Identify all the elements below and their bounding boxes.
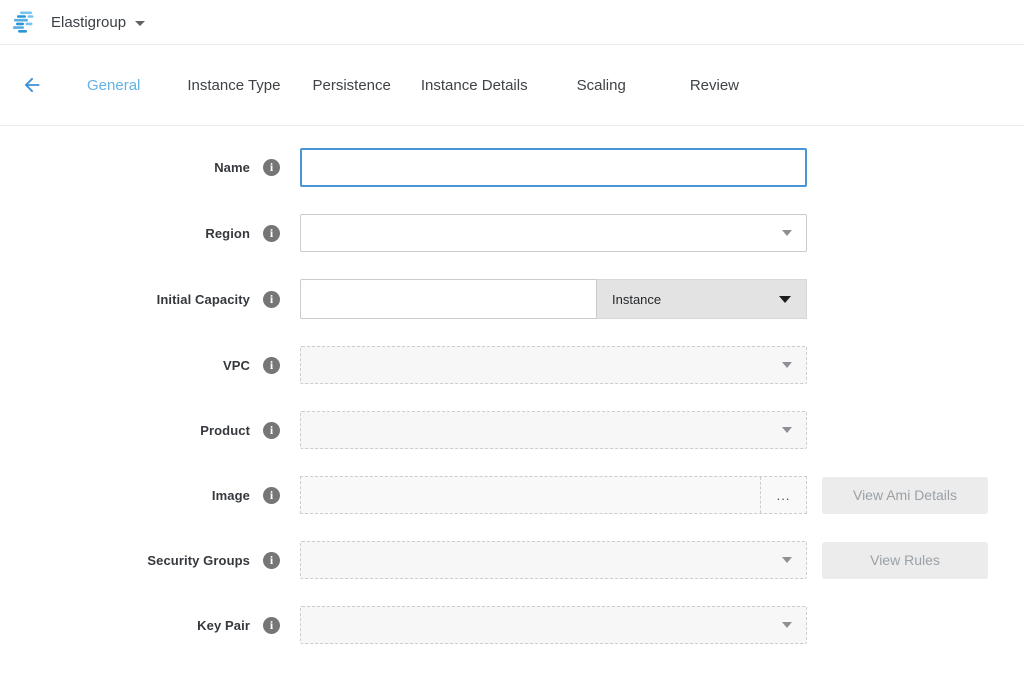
view-ami-details-button[interactable]: View Ami Details bbox=[822, 477, 988, 514]
vpc-label: VPC bbox=[223, 358, 250, 373]
arrow-left-icon bbox=[21, 74, 43, 96]
image-label: Image bbox=[212, 488, 250, 503]
info-icon[interactable]: i bbox=[263, 552, 280, 569]
info-icon[interactable]: i bbox=[263, 422, 280, 439]
form-row-vpc: VPC i bbox=[0, 346, 1024, 384]
info-icon[interactable]: i bbox=[263, 487, 280, 504]
view-rules-button[interactable]: View Rules bbox=[822, 542, 988, 579]
initial-capacity-input[interactable] bbox=[300, 279, 597, 319]
key-pair-select bbox=[300, 606, 807, 644]
image-field: ... bbox=[300, 476, 807, 514]
vpc-select bbox=[300, 346, 807, 384]
back-button[interactable] bbox=[19, 72, 45, 98]
chevron-down-icon bbox=[782, 230, 792, 236]
chevron-down-icon bbox=[779, 296, 791, 303]
tab-instance-type[interactable]: Instance Type bbox=[187, 77, 280, 94]
tab-scaling[interactable]: Scaling bbox=[577, 77, 626, 94]
image-field-value bbox=[301, 477, 760, 513]
name-label: Name bbox=[214, 160, 250, 175]
wizard-tabs: General Instance Type Persistence Instan… bbox=[87, 77, 739, 94]
info-icon[interactable]: i bbox=[263, 159, 280, 176]
general-settings-form: Name i Region i Initial Capacity i Inst bbox=[0, 126, 1024, 644]
tab-instance-details[interactable]: Instance Details bbox=[421, 77, 528, 94]
form-row-security-groups: Security Groups i View Rules bbox=[0, 541, 1024, 579]
product-label: Product bbox=[200, 423, 250, 438]
tab-persistence[interactable]: Persistence bbox=[313, 77, 391, 94]
info-icon[interactable]: i bbox=[263, 225, 280, 242]
form-row-key-pair: Key Pair i bbox=[0, 606, 1024, 644]
info-icon[interactable]: i bbox=[263, 291, 280, 308]
chevron-down-icon bbox=[782, 427, 792, 433]
form-row-initial-capacity: Initial Capacity i Instance bbox=[0, 279, 1024, 319]
topbar: Elastigroup bbox=[0, 0, 1024, 45]
form-row-region: Region i bbox=[0, 214, 1024, 252]
chevron-down-icon bbox=[135, 21, 145, 26]
elastigroup-logo-icon bbox=[13, 11, 40, 33]
name-input[interactable] bbox=[300, 148, 807, 187]
capacity-unit-value: Instance bbox=[612, 292, 661, 307]
initial-capacity-label: Initial Capacity bbox=[157, 292, 250, 307]
info-icon[interactable]: i bbox=[263, 357, 280, 374]
tab-general[interactable]: General bbox=[87, 77, 140, 94]
image-browse-button[interactable]: ... bbox=[760, 477, 806, 513]
region-label: Region bbox=[205, 226, 250, 241]
security-groups-select bbox=[300, 541, 807, 579]
tab-review[interactable]: Review bbox=[690, 77, 739, 94]
chevron-down-icon bbox=[782, 557, 792, 563]
region-select[interactable] bbox=[300, 214, 807, 252]
product-select bbox=[300, 411, 807, 449]
form-row-name: Name i bbox=[0, 148, 1024, 187]
wizard-tabbar: General Instance Type Persistence Instan… bbox=[0, 45, 1024, 126]
key-pair-label: Key Pair bbox=[197, 618, 250, 633]
app-title: Elastigroup bbox=[51, 14, 126, 31]
capacity-unit-select[interactable]: Instance bbox=[597, 279, 807, 319]
chevron-down-icon bbox=[782, 622, 792, 628]
app-switcher[interactable]: Elastigroup bbox=[13, 11, 145, 33]
form-row-image: Image i ... View Ami Details bbox=[0, 476, 1024, 514]
form-row-product: Product i bbox=[0, 411, 1024, 449]
security-groups-label: Security Groups bbox=[147, 553, 250, 568]
chevron-down-icon bbox=[782, 362, 792, 368]
info-icon[interactable]: i bbox=[263, 617, 280, 634]
